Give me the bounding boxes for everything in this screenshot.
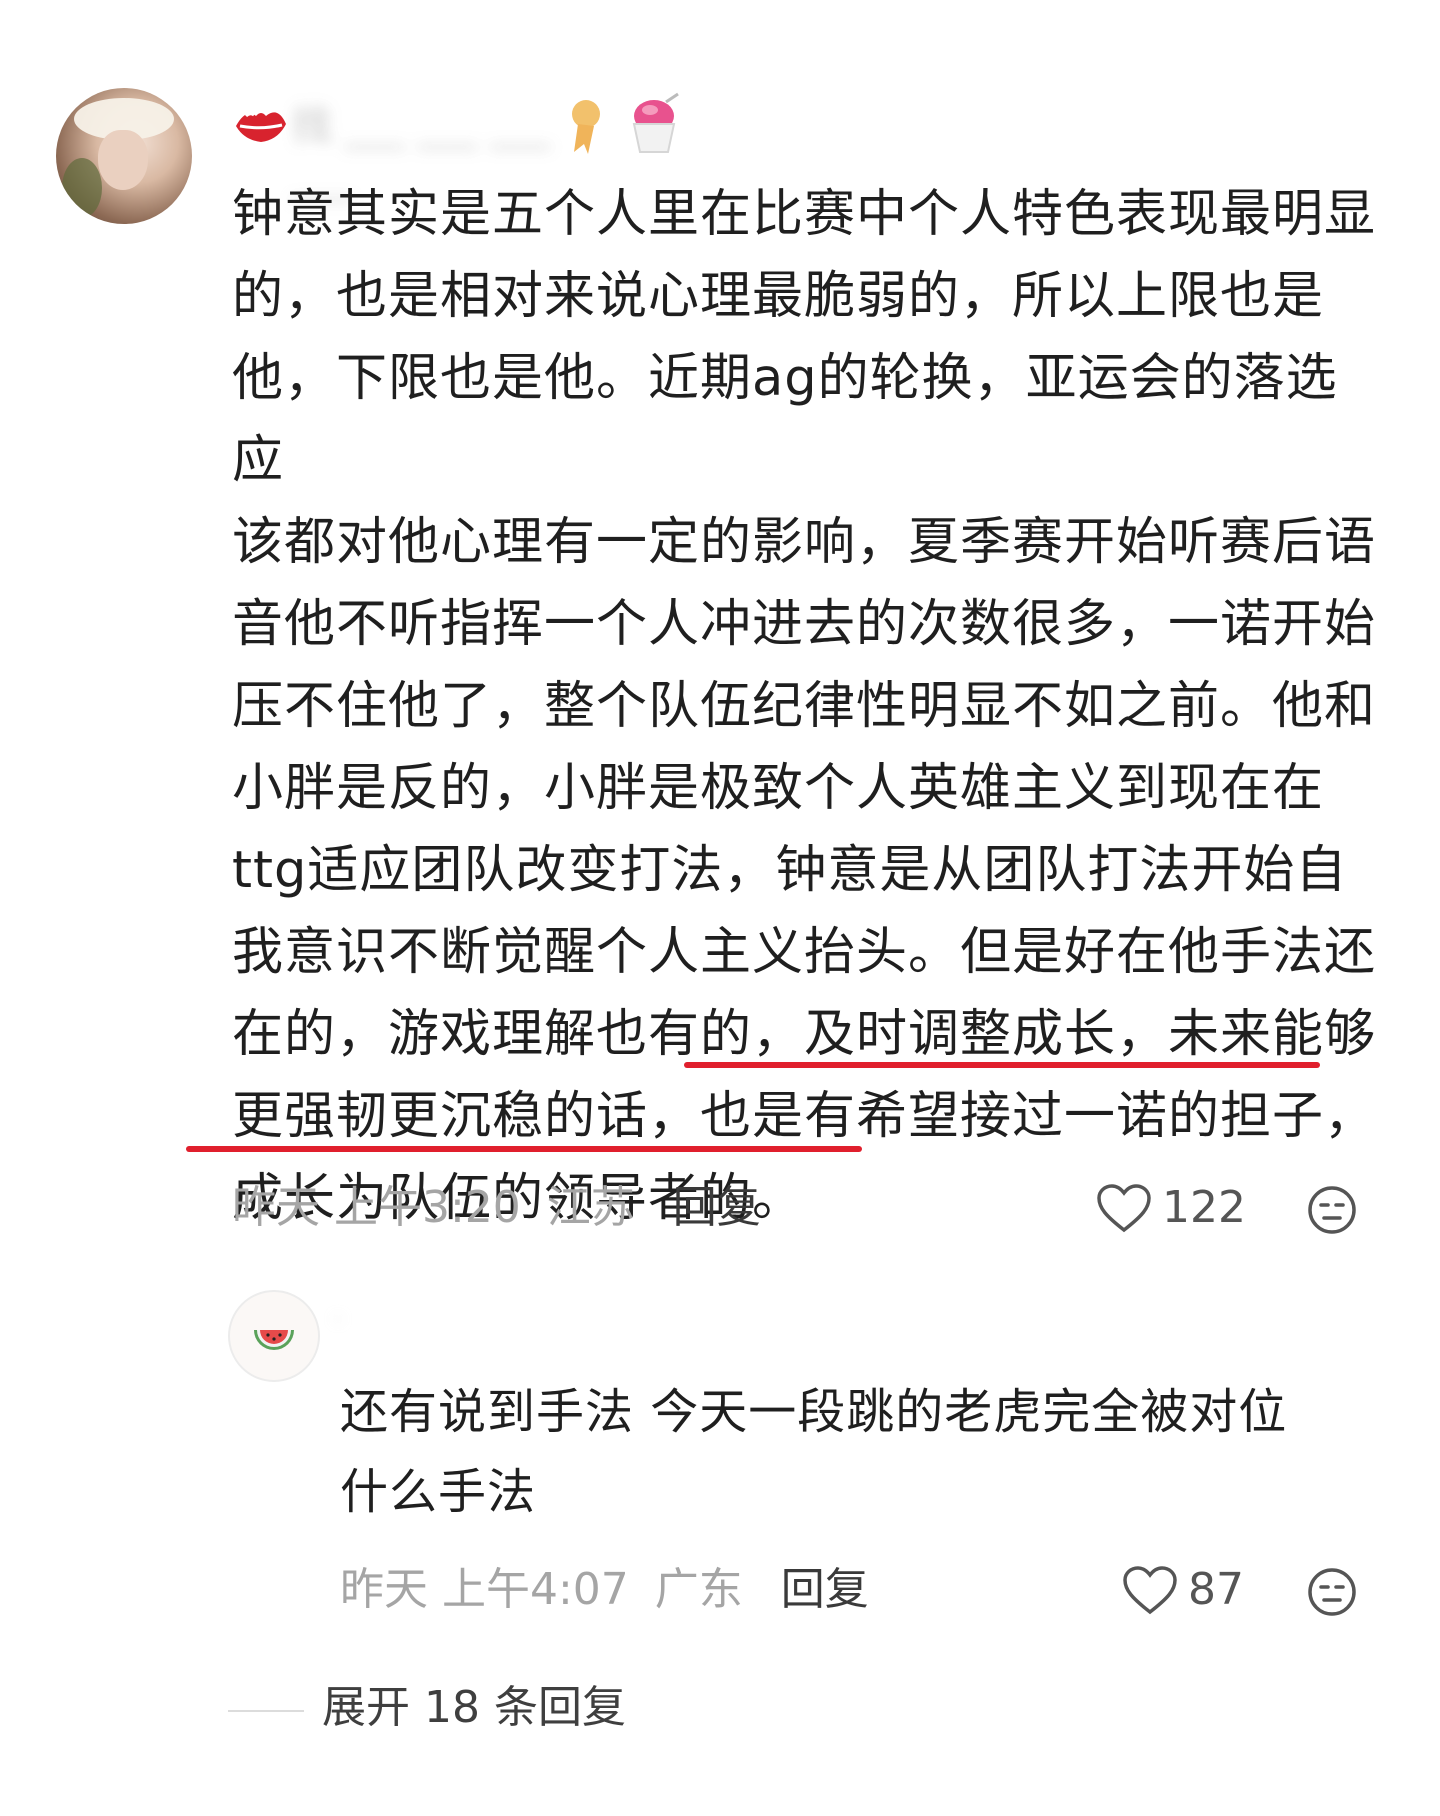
heart-outline-icon[interactable] bbox=[1122, 1566, 1178, 1616]
reply-username[interactable]: · bbox=[334, 1302, 394, 1338]
comment-line: 我意识不断觉醒个人主义抬头。但是好在他手法还 bbox=[232, 923, 1377, 982]
comment-line: ttg适应团队改变打法，钟意是从团队打法开始自 bbox=[232, 841, 1348, 900]
ribbon-badge-icon bbox=[572, 100, 600, 154]
commenter-avatar[interactable] bbox=[56, 88, 192, 224]
comment-time: 昨天 上午3:20 bbox=[232, 1182, 521, 1233]
reply-like-count: 87 bbox=[1188, 1564, 1244, 1615]
reply-reply-button[interactable]: 回复 bbox=[781, 1564, 869, 1615]
reply-meta: 昨天 上午4:07 广东 回复 bbox=[340, 1562, 869, 1618]
expand-divider bbox=[228, 1710, 304, 1712]
commenter-username[interactable]: 找 ___ ___ ___ ___ bbox=[292, 100, 592, 201]
reply-line: 还有说到手法 今天一段跳的老虎完全被对位 bbox=[340, 1384, 1288, 1440]
comment-meta: 昨天 上午3:20 江苏 回复 bbox=[232, 1180, 761, 1236]
comment-line: 压不住他了，整个队伍纪律性明显不如之前。他和 bbox=[232, 677, 1377, 736]
neutral-face-icon[interactable] bbox=[1306, 1566, 1358, 1618]
watermelon-icon bbox=[254, 1330, 294, 1350]
comment-line: 音他不听指挥一个人冲进去的次数很多，一诺开始 bbox=[232, 595, 1377, 654]
highlight-underline bbox=[684, 1062, 1320, 1068]
reply-location: 广东 bbox=[654, 1564, 743, 1615]
comment-location: 江苏 bbox=[546, 1182, 635, 1233]
shaved-ice-icon bbox=[632, 92, 679, 153]
comment-line: 钟意其实是五个人里在比赛中个人特色表现最明显 bbox=[232, 185, 1377, 244]
reply-body: 还有说到手法 今天一段跳的老虎完全被对位 什么手法 bbox=[340, 1372, 1360, 1532]
expand-replies-button[interactable]: 展开 18 条回复 bbox=[322, 1680, 626, 1736]
comment-line: 该都对他心理有一定的影响，夏季赛开始听赛后语 bbox=[232, 513, 1377, 572]
reply-avatar[interactable] bbox=[228, 1290, 320, 1382]
heart-outline-icon[interactable] bbox=[1096, 1184, 1152, 1234]
reply-line: 什么手法 bbox=[340, 1464, 537, 1520]
comment-line: 小胖是反的，小胖是极致个人英雄主义到现在在 bbox=[232, 759, 1325, 818]
reply-time: 昨天 上午4:07 bbox=[340, 1564, 629, 1615]
neutral-face-icon[interactable] bbox=[1306, 1184, 1358, 1236]
highlight-underline bbox=[186, 1146, 862, 1152]
lips-icon bbox=[236, 112, 286, 142]
like-count: 122 bbox=[1162, 1182, 1246, 1233]
reply-button[interactable]: 回复 bbox=[673, 1182, 761, 1233]
comment-line: 他，下限也是他。近期ag的轮换，亚运会的落选应 bbox=[232, 349, 1338, 490]
comment-line: 的，也是相对来说心理最脆弱的，所以上限也是 bbox=[232, 267, 1325, 326]
comment-body: 钟意其实是五个人里在比赛中个人特色表现最明显 的，也是相对来说心理最脆弱的，所以… bbox=[232, 174, 1382, 1240]
